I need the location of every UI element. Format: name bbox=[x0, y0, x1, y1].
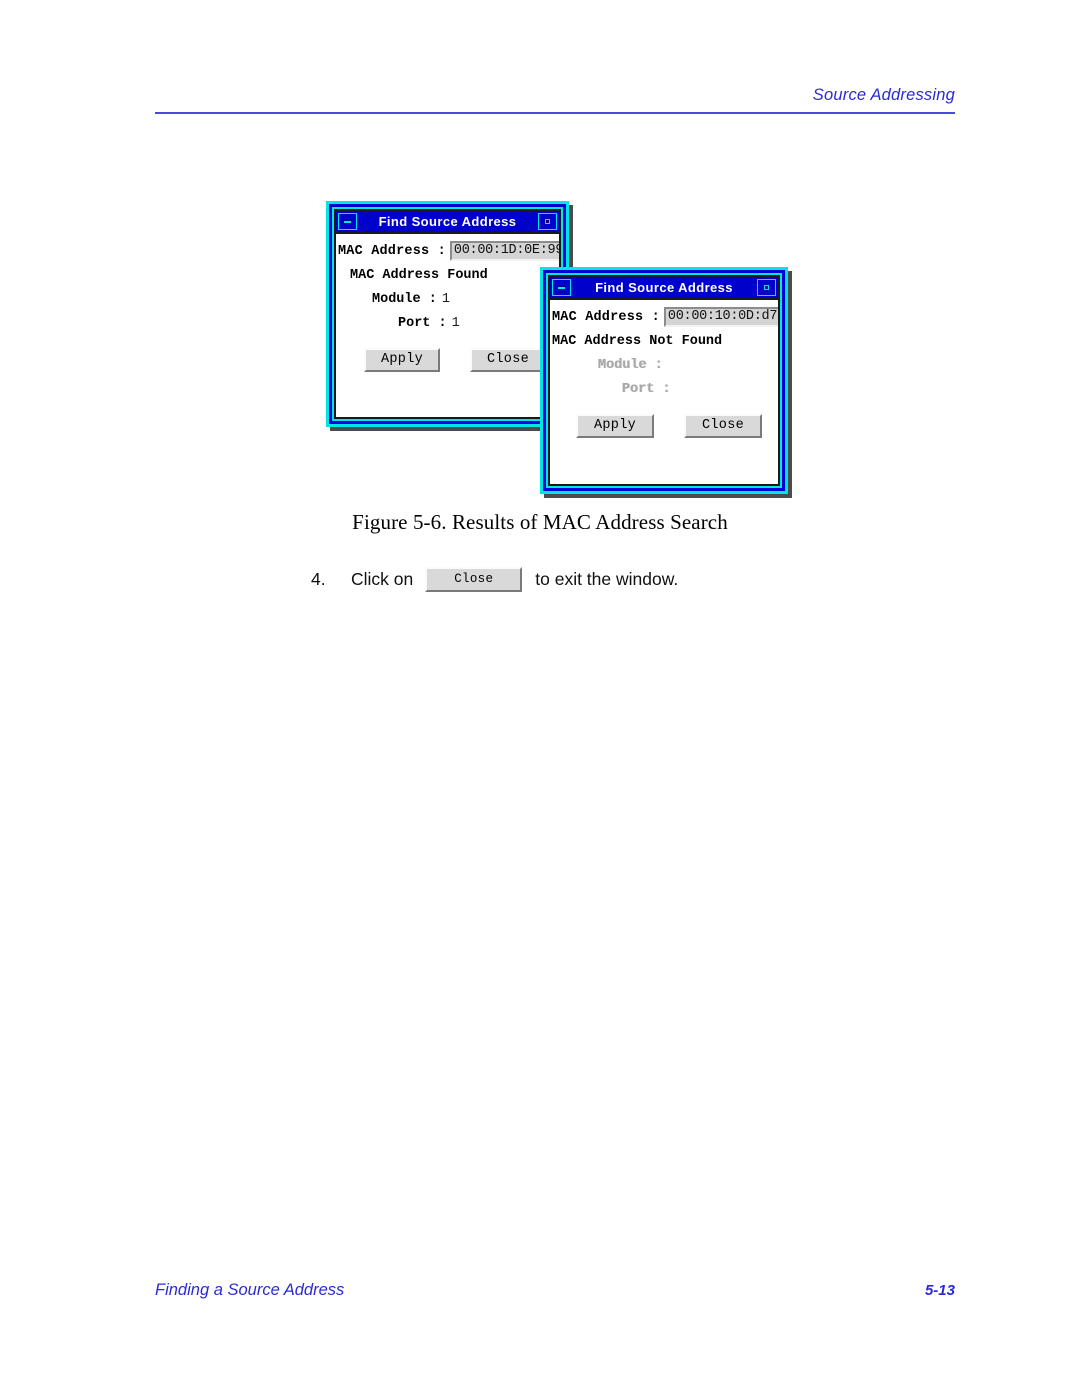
minimize-button[interactable] bbox=[338, 213, 357, 230]
maximize-icon bbox=[764, 285, 769, 290]
port-value bbox=[671, 382, 676, 397]
search-status-text: MAC Address Found bbox=[350, 268, 488, 283]
port-label: Port : bbox=[622, 382, 671, 397]
window-body: Find Source Address MAC Address : 00:00:… bbox=[548, 275, 780, 486]
figure-results-of-mac-address-search: Find Source Address MAC Address : 00:00:… bbox=[0, 0, 1080, 1397]
minimize-icon bbox=[343, 219, 352, 224]
minimize-button[interactable] bbox=[552, 279, 571, 296]
apply-button[interactable]: Apply bbox=[364, 348, 440, 372]
titlebar[interactable]: Find Source Address bbox=[550, 277, 778, 300]
maximize-button[interactable] bbox=[757, 279, 776, 296]
window-title: Find Source Address bbox=[595, 280, 733, 295]
close-button[interactable]: Close bbox=[470, 348, 546, 372]
maximize-icon bbox=[545, 219, 550, 224]
window-border-inner: Find Source Address MAC Address : 00:00:… bbox=[329, 204, 566, 424]
search-status-text: MAC Address Not Found bbox=[552, 334, 723, 349]
close-button[interactable]: Close bbox=[684, 414, 762, 438]
module-row: Module : 1 bbox=[336, 283, 559, 307]
module-label: Module : bbox=[372, 292, 437, 307]
port-row: Port : 1 bbox=[336, 307, 559, 331]
window-find-source-address-found[interactable]: Find Source Address MAC Address : 00:00:… bbox=[326, 201, 569, 427]
step-number: 4. bbox=[311, 569, 326, 589]
inline-close-button[interactable]: Close bbox=[425, 567, 523, 592]
window-content: MAC Address : 00:00:10:0D:d7:4B MAC Addr… bbox=[550, 300, 778, 484]
port-value: 1 bbox=[451, 316, 460, 331]
mac-address-input[interactable]: 00:00:10:0D:d7:4B bbox=[663, 307, 778, 327]
button-row: Apply Close bbox=[550, 397, 778, 438]
page-footer: Finding a Source Address 5-13 bbox=[155, 1281, 955, 1300]
minimize-icon bbox=[557, 285, 566, 290]
port-label: Port : bbox=[398, 316, 447, 331]
module-row: Module : bbox=[550, 349, 778, 373]
button-row: Apply Close bbox=[336, 331, 559, 372]
figure-caption: Figure 5-6. Results of MAC Address Searc… bbox=[352, 510, 728, 534]
mac-address-label: MAC Address : bbox=[552, 309, 660, 325]
footer-page-number: 5-13 bbox=[924, 1282, 955, 1299]
mac-address-row: MAC Address : 00:00:1D:0E:99:0A bbox=[336, 234, 559, 261]
window-border-inner: Find Source Address MAC Address : 00:00:… bbox=[543, 270, 785, 491]
module-value bbox=[663, 358, 668, 373]
port-row: Port : bbox=[550, 373, 778, 397]
mac-address-input[interactable]: 00:00:1D:0E:99:0A bbox=[449, 241, 559, 261]
step-item-4: 4. Click on Close to exit the window. bbox=[311, 567, 678, 592]
window-body: Find Source Address MAC Address : 00:00:… bbox=[334, 209, 561, 419]
maximize-button[interactable] bbox=[538, 213, 557, 230]
footer-section-title: Finding a Source Address bbox=[155, 1281, 345, 1299]
window-title: Find Source Address bbox=[378, 214, 517, 229]
page-header-rule bbox=[155, 112, 955, 114]
mac-address-label: MAC Address : bbox=[338, 243, 446, 259]
module-value: 1 bbox=[441, 292, 450, 307]
apply-button[interactable]: Apply bbox=[576, 414, 654, 438]
page-header-title: Source Addressing bbox=[812, 86, 955, 104]
titlebar[interactable]: Find Source Address bbox=[336, 211, 559, 234]
module-label: Module : bbox=[598, 358, 663, 373]
window-find-source-address-not-found[interactable]: Find Source Address MAC Address : 00:00:… bbox=[540, 267, 788, 494]
page-header: Source Addressing bbox=[155, 86, 955, 114]
step-text-before: Click on bbox=[351, 569, 414, 589]
mac-address-row: MAC Address : 00:00:10:0D:d7:4B bbox=[550, 300, 778, 327]
window-content: MAC Address : 00:00:1D:0E:99:0A MAC Addr… bbox=[336, 234, 559, 417]
step-text-after: to exit the window. bbox=[535, 569, 679, 589]
